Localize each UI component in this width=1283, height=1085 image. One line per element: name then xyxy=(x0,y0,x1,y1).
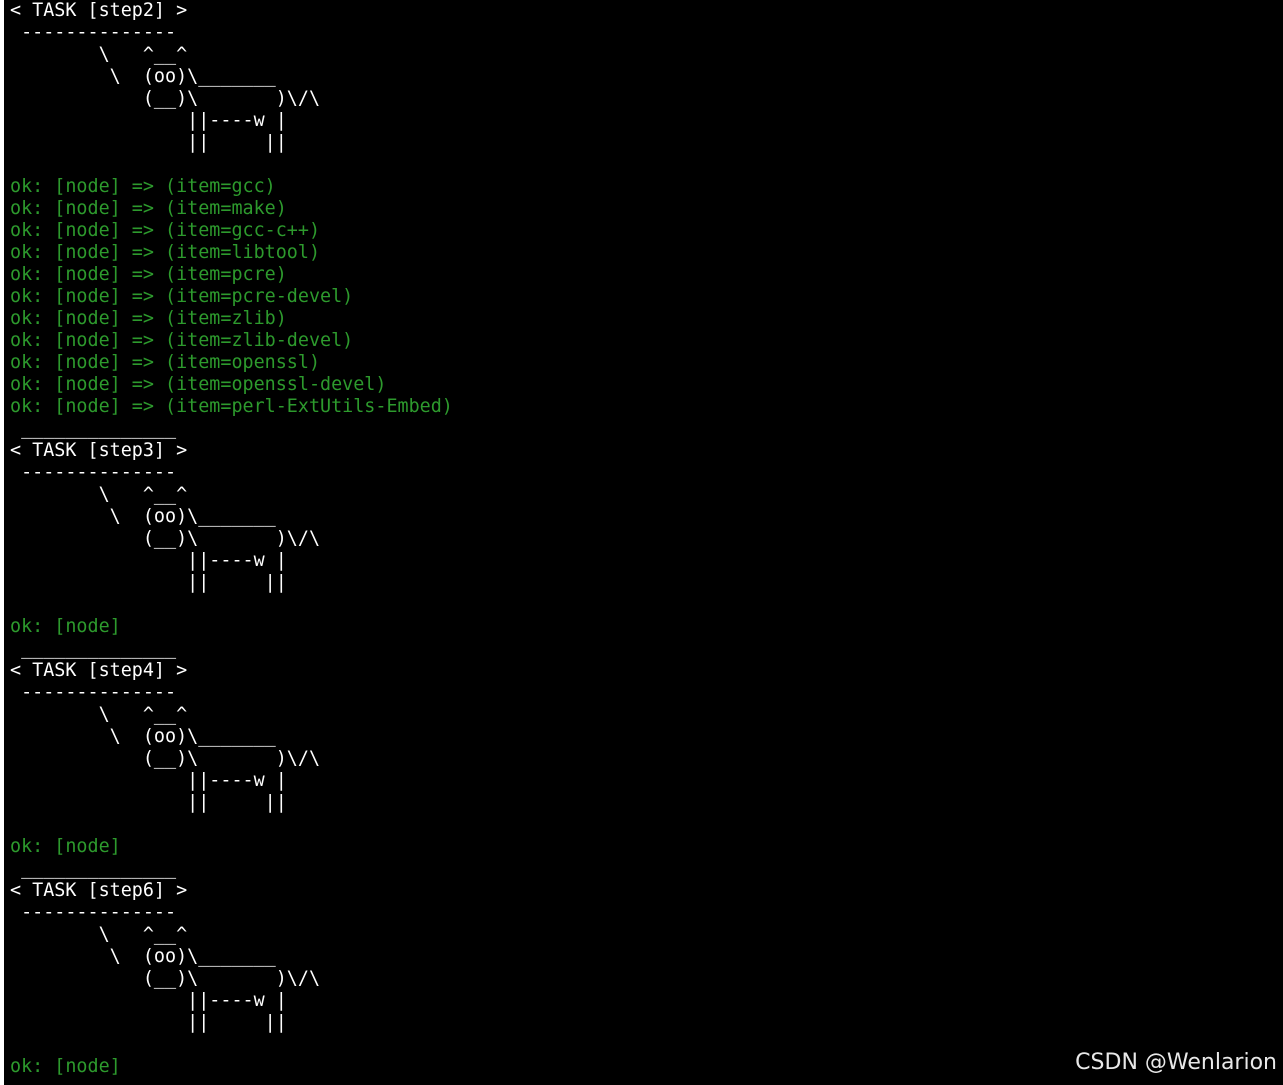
task-banner-line: (__)\ )\/\ xyxy=(10,528,321,549)
task-banner-line: -------------- xyxy=(10,22,177,43)
task-banner-line: \ (oo)\_______ xyxy=(10,946,276,967)
ok-result-line: ok: [node] => (item=openssl) xyxy=(10,352,321,373)
ok-result-line: ok: [node] => (item=zlib-devel) xyxy=(10,330,354,351)
ok-result-line: ok: [node] => (item=make) xyxy=(10,198,287,219)
task-banner-line: || || xyxy=(10,1012,287,1033)
task-banner-line: < TASK [step4] > xyxy=(10,660,188,681)
task-banner-line: (__)\ )\/\ xyxy=(10,748,321,769)
task-banner-line: ______________ xyxy=(10,418,177,439)
task-banner-line: \ ^__^ xyxy=(10,704,188,725)
task-banner-line: ||----w | xyxy=(10,770,287,791)
task-banner-line: ||----w | xyxy=(10,550,287,571)
task-banner-line: (__)\ )\/\ xyxy=(10,88,321,109)
task-banner-line: (__)\ )\/\ xyxy=(10,968,321,989)
task-banner-line: -------------- xyxy=(10,682,177,703)
task-banner-line: \ (oo)\_______ xyxy=(10,726,276,747)
ok-result-line: ok: [node] => (item=pcre-devel) xyxy=(10,286,354,307)
task-banner-line: ||----w | xyxy=(10,110,287,131)
task-banner-line: \ ^__^ xyxy=(10,924,188,945)
task-banner-line: || || xyxy=(10,132,287,153)
ok-result-line: ok: [node] => (item=openssl-devel) xyxy=(10,374,387,395)
task-banner-line: || || xyxy=(10,572,287,593)
ok-result-line: ok: [node] => (item=zlib) xyxy=(10,308,287,329)
task-banner-line: ||----w | xyxy=(10,990,287,1011)
ok-result-line: ok: [node] xyxy=(10,1056,121,1077)
ok-result-line: ok: [node] => (item=gcc) xyxy=(10,176,276,197)
terminal-output[interactable]: < TASK [step2] > -------------- \ ^__^ \… xyxy=(4,0,1283,1085)
task-banner-line: ______________ xyxy=(10,638,177,659)
ok-result-line: ok: [node] xyxy=(10,836,121,857)
task-banner-line: \ ^__^ xyxy=(10,484,188,505)
ok-result-line: ok: [node] => (item=gcc-c++) xyxy=(10,220,321,241)
task-banner-line: -------------- xyxy=(10,462,177,483)
task-banner-line: \ (oo)\_______ xyxy=(10,66,276,87)
watermark: CSDN @Wenlarion xyxy=(1075,1050,1277,1075)
task-banner-line: \ ^__^ xyxy=(10,44,188,65)
ok-result-line: ok: [node] => (item=libtool) xyxy=(10,242,321,263)
task-banner-line: \ (oo)\_______ xyxy=(10,506,276,527)
task-banner-line: -------------- xyxy=(10,902,177,923)
ok-result-line: ok: [node] => (item=perl-ExtUtils-Embed) xyxy=(10,396,453,417)
ok-result-line: ok: [node] xyxy=(10,616,121,637)
task-banner-line: || || xyxy=(10,792,287,813)
ok-result-line: ok: [node] => (item=pcre) xyxy=(10,264,287,285)
task-banner-line: < TASK [step2] > xyxy=(10,0,188,21)
task-banner-line: < TASK [step3] > xyxy=(10,440,188,461)
task-banner-line: ______________ xyxy=(10,858,177,879)
task-banner-line: < TASK [step6] > xyxy=(10,880,188,901)
